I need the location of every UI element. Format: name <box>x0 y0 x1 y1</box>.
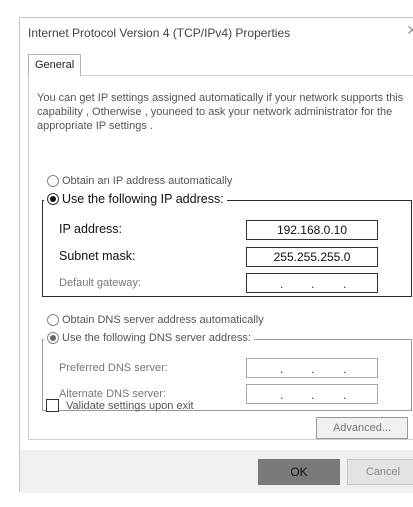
title-bar: Internet Protocol Version 4 (TCP/IPv4) P… <box>20 18 413 48</box>
tab-strip: General <box>20 54 413 76</box>
advanced-button[interactable]: Advanced... <box>316 417 408 439</box>
subnet-mask-field[interactable]: 255.255.255.0 <box>246 247 378 267</box>
general-panel: You can get IP settings assigned automat… <box>28 75 413 440</box>
use-static-dns-option[interactable]: Use the following DNS server address: <box>44 332 254 344</box>
obtain-ip-auto-label: Obtain an IP address automatically <box>62 175 233 187</box>
ip-address-field[interactable]: 192.168.0.10 <box>246 220 378 240</box>
obtain-ip-auto-radio[interactable] <box>47 175 59 187</box>
cancel-button[interactable]: Cancel <box>347 459 413 485</box>
obtain-dns-auto-radio[interactable] <box>47 314 59 326</box>
use-static-dns-radio[interactable] <box>47 332 59 344</box>
close-icon[interactable]: ✕ <box>406 23 413 37</box>
default-gateway-field[interactable]: ... <box>246 273 378 293</box>
obtain-dns-auto-label: Obtain DNS server address automatically <box>62 314 264 326</box>
obtain-dns-auto-option[interactable]: Obtain DNS server address automatically <box>47 314 264 326</box>
alternate-dns-field[interactable]: ... <box>246 384 378 404</box>
ip-separator-dots: ... <box>280 388 347 402</box>
ip-address-label: IP address: <box>59 222 123 236</box>
preferred-dns-field[interactable]: ... <box>246 358 378 378</box>
static-ip-group: IP address: 192.168.0.10 Subnet mask: 25… <box>42 200 412 297</box>
window-title: Internet Protocol Version 4 (TCP/IPv4) P… <box>28 26 291 40</box>
validate-settings-option[interactable]: Validate settings upon exit <box>46 399 194 412</box>
use-static-ip-label: Use the following IP address: <box>62 192 224 206</box>
use-static-ip-option[interactable]: Use the following IP address: <box>44 192 227 206</box>
description-text: You can get IP settings assigned automat… <box>37 92 404 132</box>
validate-settings-checkbox[interactable] <box>46 399 59 412</box>
dialog-button-bar: OK Cancel <box>20 450 413 493</box>
tab-general[interactable]: General <box>28 54 82 76</box>
ipv4-properties-dialog: Internet Protocol Version 4 (TCP/IPv4) P… <box>19 17 413 493</box>
obtain-ip-auto-option[interactable]: Obtain an IP address automatically <box>47 175 232 187</box>
subnet-mask-label: Subnet mask: <box>59 249 136 263</box>
default-gateway-label: Default gateway: <box>59 277 141 289</box>
use-static-ip-radio[interactable] <box>47 193 59 205</box>
ip-separator-dots: ... <box>280 277 347 291</box>
preferred-dns-label: Preferred DNS server: <box>59 362 168 374</box>
validate-settings-label: Validate settings upon exit <box>66 399 194 412</box>
ok-button[interactable]: OK <box>258 459 340 485</box>
ip-separator-dots: ... <box>280 362 347 376</box>
use-static-dns-label: Use the following DNS server address: <box>62 332 251 344</box>
